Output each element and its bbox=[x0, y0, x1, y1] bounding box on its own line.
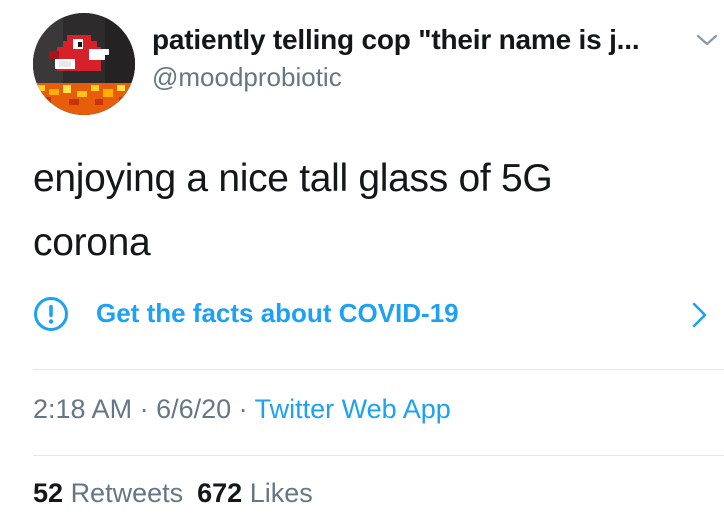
likes-stat[interactable]: 672 Likes bbox=[197, 478, 313, 508]
retweets-count: 52 bbox=[33, 478, 64, 508]
avatar[interactable] bbox=[33, 13, 135, 115]
tweet-source-link[interactable]: Twitter Web App bbox=[255, 394, 451, 424]
covid-facts-label: Get the facts about COVID-19 bbox=[96, 298, 459, 328]
likes-label: Likes bbox=[249, 478, 313, 508]
chevron-right-icon bbox=[692, 302, 707, 328]
meta-separator: · bbox=[231, 394, 255, 424]
tweet: patiently telling cop "their name is j..… bbox=[0, 0, 724, 518]
tweet-text-line-2: corona bbox=[33, 221, 151, 264]
tweet-stats: 52 Retweets 672 Likes bbox=[33, 478, 313, 509]
retweets-label: Retweets bbox=[70, 478, 184, 508]
retweets-stat[interactable]: 52 Retweets bbox=[33, 478, 183, 508]
divider bbox=[33, 455, 724, 456]
chevron-down-icon[interactable] bbox=[694, 30, 720, 50]
tweet-text-line-1: enjoying a nice tall glass of 5G bbox=[33, 157, 553, 200]
exclamation-circle-icon bbox=[34, 297, 68, 331]
tweet-time[interactable]: 2:18 AM bbox=[33, 394, 132, 424]
divider bbox=[33, 369, 724, 370]
tweet-meta: 2:18 AM · 6/6/20 · Twitter Web App bbox=[33, 394, 451, 425]
likes-count: 672 bbox=[197, 478, 243, 508]
tweet-date[interactable]: 6/6/20 bbox=[156, 394, 231, 424]
meta-separator: · bbox=[132, 394, 157, 424]
tweet-text: enjoying a nice tall glass of 5G corona bbox=[33, 147, 633, 275]
author-handle[interactable]: @moodprobiotic bbox=[152, 62, 342, 93]
author-display-name[interactable]: patiently telling cop "their name is j..… bbox=[152, 24, 640, 56]
pixel-bird-avatar-icon bbox=[33, 13, 135, 115]
covid-facts-link[interactable]: Get the facts about COVID-19 bbox=[33, 290, 713, 340]
